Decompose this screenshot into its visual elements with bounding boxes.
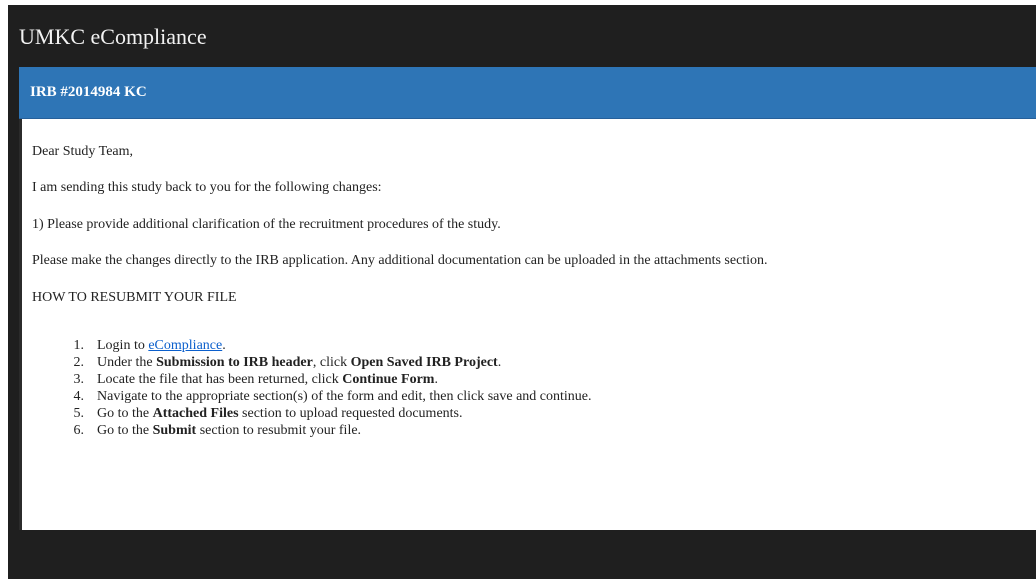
submit-section-label: Submit [152,423,197,438]
step-number: 4. [73,389,85,404]
message-header: IRB #2014984 KC [19,67,1036,119]
continue-form-label: Continue Form [342,372,435,387]
step-number: 6. [73,423,85,438]
step-number: 1. [73,338,85,353]
attached-files-label: Attached Files [152,406,239,421]
resubmit-heading: HOW TO RESUBMIT YOUR FILE [32,290,237,305]
app-title: UMKC eCompliance [19,24,207,49]
step-number: 2. [73,355,85,370]
step-number: 3. [73,372,85,387]
message-card: IRB #2014984 KC Dear Study Team, I am se… [19,67,1036,530]
ecompliance-link[interactable]: eCompliance [148,338,222,353]
instruction-text: Please make the changes directly to the … [32,253,768,268]
intro-text: I am sending this study back to you for … [32,180,382,195]
submission-header-label: Submission to IRB header [156,355,313,370]
step-number: 5. [73,406,85,421]
message-body: Dear Study Team, I am sending this study… [19,119,1036,530]
greeting-text: Dear Study Team, [32,144,134,159]
change-request-item: 1) Please provide additional clarificati… [32,217,501,232]
open-saved-project-label: Open Saved IRB Project [350,355,498,370]
email-window: UMKC eCompliance IRB #2014984 KC Dear St… [8,5,1036,579]
irb-number-title: IRB #2014984 KC [30,84,147,100]
app-header: UMKC eCompliance [8,5,1036,67]
